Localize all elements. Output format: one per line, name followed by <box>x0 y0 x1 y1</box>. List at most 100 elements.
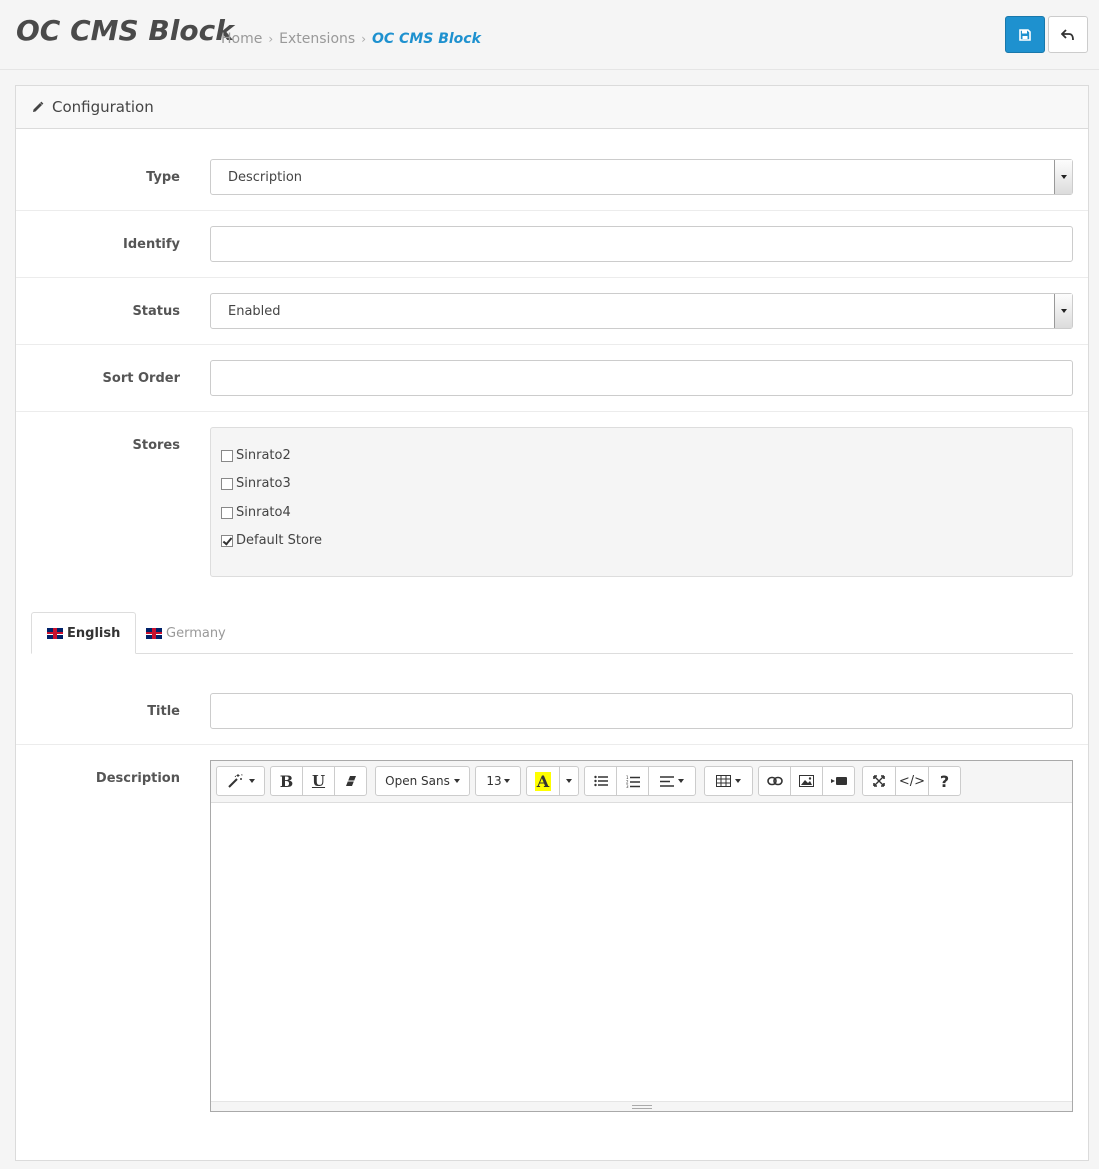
breadcrumb-home[interactable]: Home <box>221 31 262 47</box>
identify-label: Identify <box>122 237 180 252</box>
help-button[interactable]: ? <box>928 766 961 796</box>
status-label: Status <box>132 304 180 319</box>
pencil-icon <box>33 101 44 112</box>
font-style-group: B U <box>270 766 367 796</box>
font-family-group: Open Sans <box>375 766 470 796</box>
help-icon: ? <box>939 771 950 791</box>
unordered-list-icon <box>593 775 608 787</box>
store-name: Sinrato2 <box>236 448 291 463</box>
svg-text:3: 3 <box>626 784 629 788</box>
color-dropdown[interactable] <box>559 766 579 796</box>
image-button[interactable] <box>790 766 823 796</box>
type-label: Type <box>146 170 180 185</box>
sort-order-input[interactable] <box>210 360 1073 396</box>
ordered-list-button[interactable]: 1 2 3 <box>616 766 649 796</box>
image-icon <box>799 775 814 787</box>
underline-button[interactable]: U <box>302 766 335 796</box>
highlight-button[interactable]: A <box>526 766 560 796</box>
description-label: Description <box>95 771 180 786</box>
type-select[interactable]: Description <box>210 159 1073 195</box>
bold-button[interactable]: B <box>270 766 303 796</box>
table-group <box>704 766 753 796</box>
stores-label: Stores <box>132 438 180 453</box>
code-icon: </> <box>898 773 926 789</box>
link-icon <box>766 776 783 786</box>
eraser-icon <box>345 776 356 786</box>
configuration-panel: Configuration Type Description Identify … <box>15 85 1089 1161</box>
form-row-identify: Identify <box>16 211 1088 278</box>
uk-flag-icon <box>47 627 63 639</box>
store-item[interactable]: Sinrato3 <box>221 476 291 491</box>
save-icon <box>1019 28 1031 41</box>
checkbox[interactable] <box>221 534 233 547</box>
grip-icon <box>631 1104 652 1109</box>
chevron-down-icon <box>566 779 572 783</box>
form-row-description: Description B U Open Sans 13 A 1 2 3 </>… <box>16 760 1088 1120</box>
table-icon <box>716 775 731 787</box>
form-row-type: Type Description <box>16 129 1088 211</box>
breadcrumb: Home › Extensions › OC CMS Block <box>221 31 481 47</box>
font-size-group: 13 <box>475 766 521 796</box>
stores-list: Sinrato2 Sinrato3 Sinrato4 Default Store <box>210 427 1073 577</box>
bold-icon: B <box>279 771 294 791</box>
store-item[interactable]: Sinrato2 <box>221 448 291 463</box>
store-name: Sinrato3 <box>236 476 291 491</box>
uk-flag-icon <box>146 627 162 639</box>
tab-label: English <box>67 625 121 641</box>
fullscreen-button[interactable] <box>862 766 896 796</box>
clear-format-button[interactable] <box>334 766 367 796</box>
checkbox[interactable] <box>221 477 233 490</box>
page-title: OC CMS Block <box>16 14 234 47</box>
font-size-dropdown[interactable]: 13 <box>475 766 521 796</box>
magic-icon <box>227 774 243 788</box>
link-button[interactable] <box>758 766 791 796</box>
chevron-down-icon <box>1054 294 1072 328</box>
tab-label: Germany <box>166 625 226 641</box>
sort-order-label: Sort Order <box>102 371 180 386</box>
language-tabs: English Germany <box>31 612 1073 654</box>
checkbox[interactable] <box>221 449 233 462</box>
rich-text-editor: B U Open Sans 13 A 1 2 3 </> ? <box>210 760 1073 1112</box>
title-label: Title <box>147 704 180 719</box>
breadcrumb-separator: › <box>268 32 274 46</box>
form-row-title: Title <box>16 678 1088 745</box>
font-family-value: Open Sans <box>385 774 450 788</box>
store-name: Default Store <box>236 533 322 548</box>
fullscreen-icon <box>873 775 885 787</box>
title-input[interactable] <box>210 693 1073 729</box>
font-family-dropdown[interactable]: Open Sans <box>375 766 470 796</box>
editor-content-area[interactable] <box>211 803 1072 1101</box>
style-button[interactable] <box>216 766 265 796</box>
status-select[interactable]: Enabled <box>210 293 1073 329</box>
form-row-status: Status Enabled <box>16 278 1088 345</box>
editor-toolbar: B U Open Sans 13 A 1 2 3 </> ? <box>211 761 1072 803</box>
form-row-sort-order: Sort Order <box>16 345 1088 412</box>
table-dropdown[interactable] <box>704 766 753 796</box>
identify-input[interactable] <box>210 226 1073 262</box>
save-button[interactable] <box>1005 16 1045 53</box>
checkbox[interactable] <box>221 506 233 519</box>
breadcrumb-separator: › <box>361 32 366 46</box>
font-size-value: 13 <box>486 774 502 788</box>
paragraph-group: 1 2 3 <box>584 766 696 796</box>
align-icon <box>660 775 674 787</box>
underline-icon: U <box>311 772 326 790</box>
panel-title: Configuration <box>52 98 154 116</box>
style-group <box>216 766 265 796</box>
video-button[interactable] <box>822 766 855 796</box>
form-row-stores: Stores Sinrato2 Sinrato3 Sinrato4 Defaul… <box>16 427 1088 587</box>
store-item[interactable]: Sinrato4 <box>221 505 291 520</box>
store-item[interactable]: Default Store <box>221 533 322 548</box>
breadcrumb-current[interactable]: OC CMS Block <box>372 31 481 47</box>
editor-resize-handle[interactable] <box>211 1101 1072 1111</box>
tab-english[interactable]: English <box>31 612 137 654</box>
color-group: A <box>526 766 579 796</box>
type-select-value: Description <box>228 170 303 185</box>
unordered-list-button[interactable] <box>584 766 617 796</box>
ordered-list-icon: 1 2 3 <box>626 775 640 788</box>
align-dropdown[interactable] <box>648 766 696 796</box>
tab-germany[interactable]: Germany <box>131 612 241 654</box>
code-view-button[interactable]: </> <box>895 766 929 796</box>
breadcrumb-extensions[interactable]: Extensions <box>279 31 355 47</box>
back-button[interactable] <box>1048 16 1088 53</box>
